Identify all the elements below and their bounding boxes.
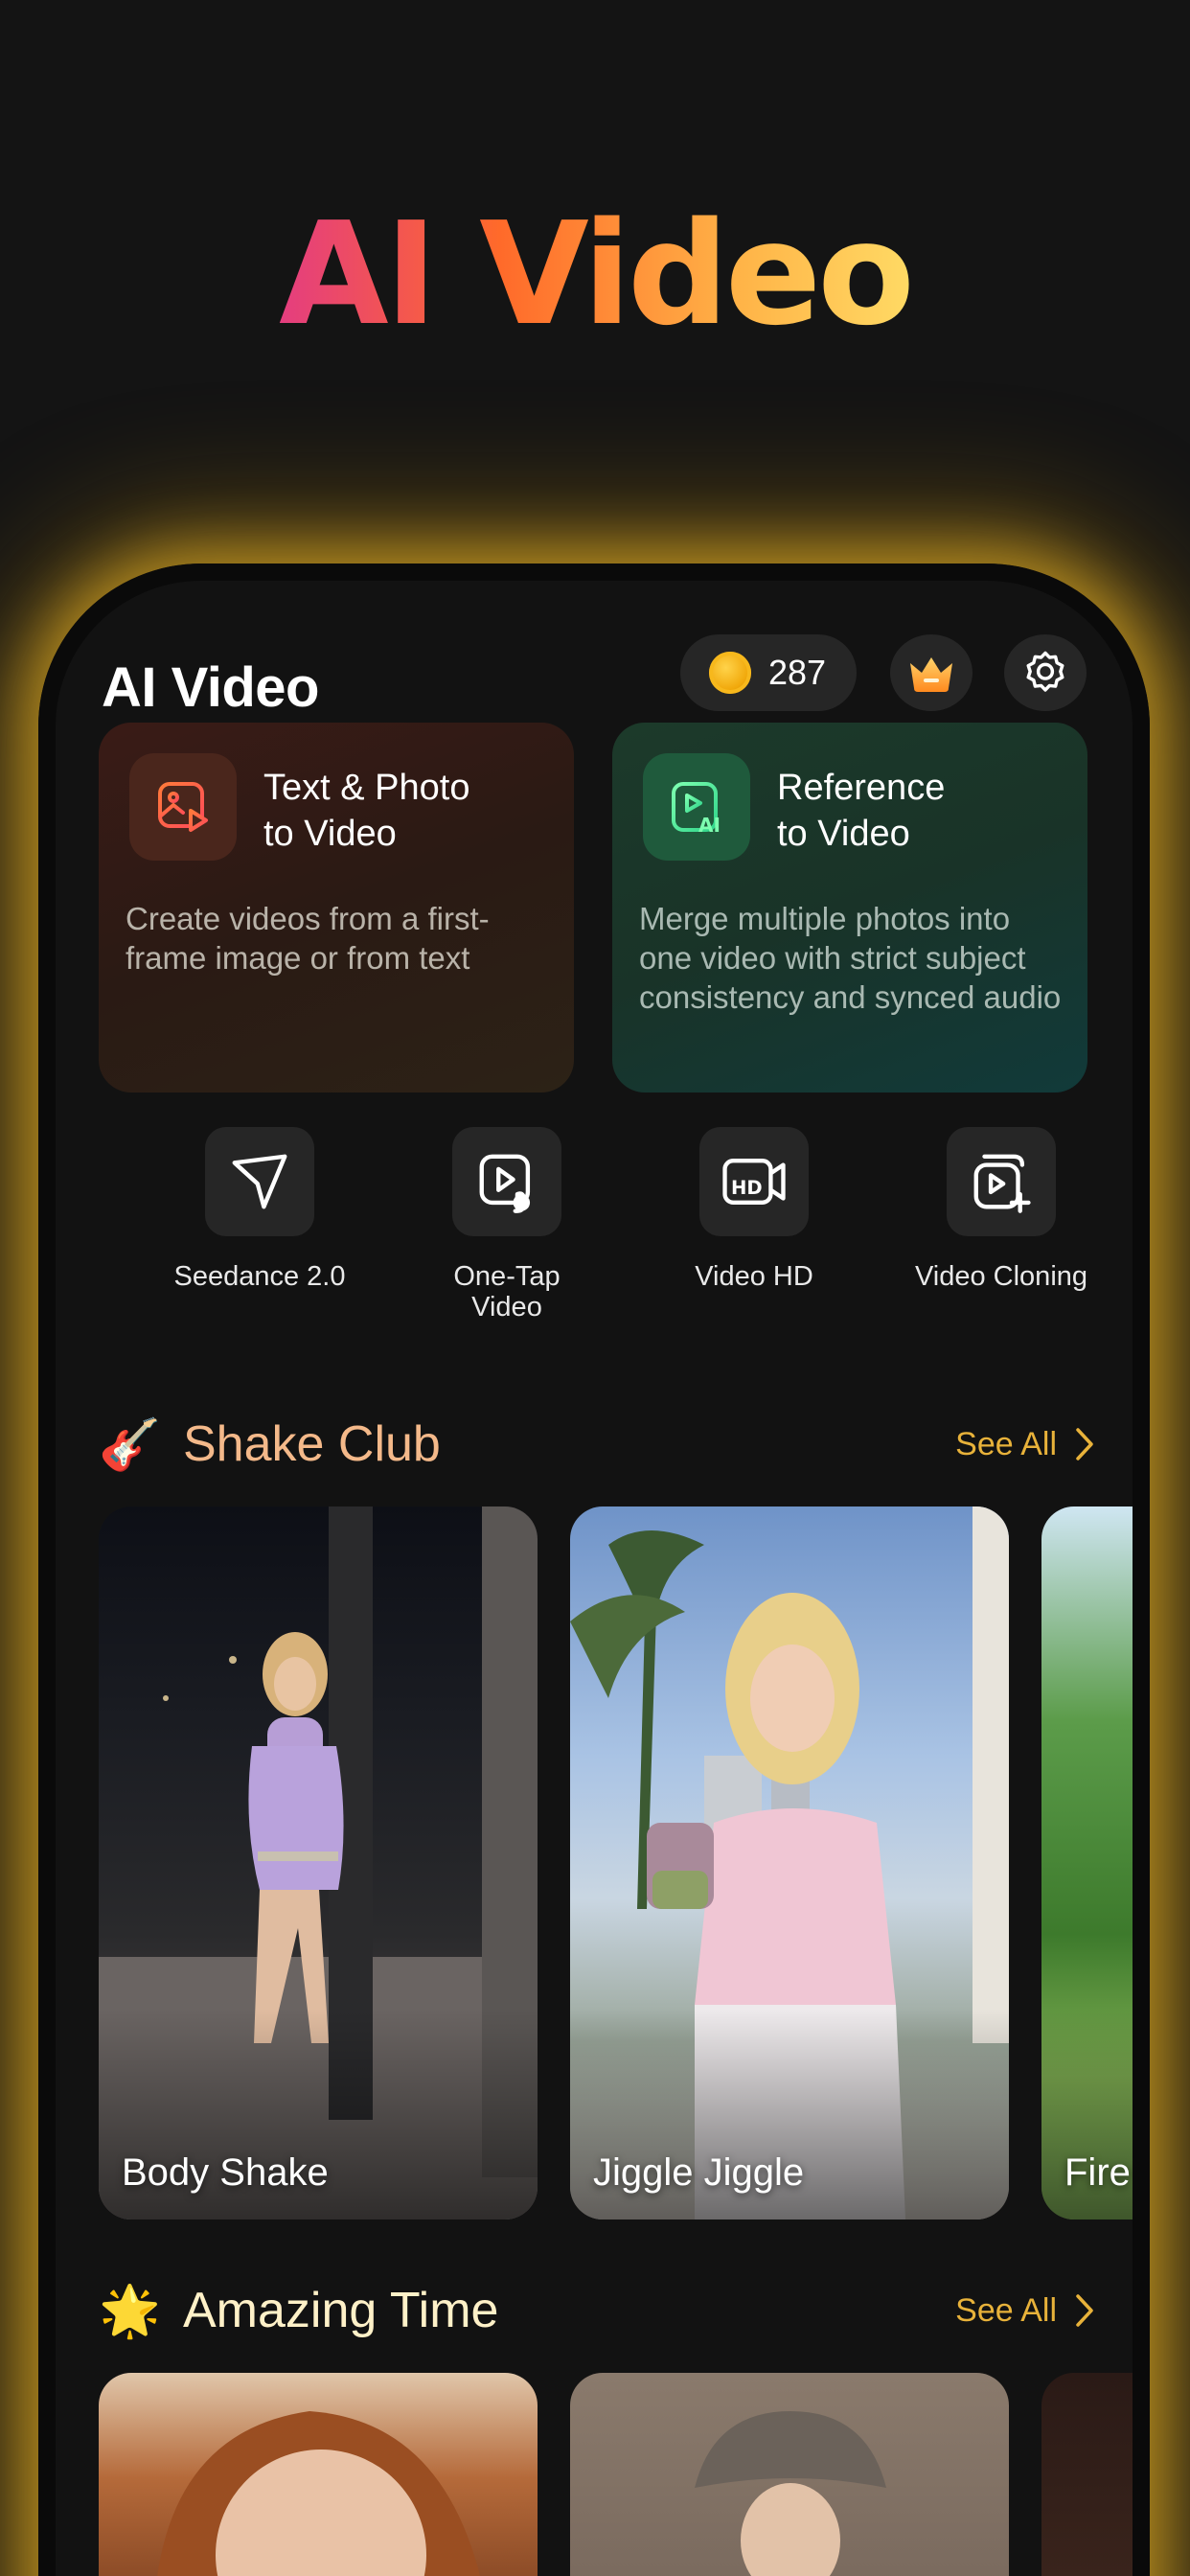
video-tap-icon xyxy=(452,1127,561,1236)
template-title: Body Shake xyxy=(122,2151,329,2194)
template-card-fire[interactable]: Fire xyxy=(1041,1506,1133,2220)
see-all-link[interactable]: See All xyxy=(955,2277,1095,2344)
see-all-label: See All xyxy=(955,2291,1057,2329)
template-card-amazing-1[interactable] xyxy=(99,2373,538,2576)
tool-label: Video HD xyxy=(695,1261,813,1292)
guitar-icon: 🎸 xyxy=(99,1415,161,1474)
section-title: Shake Club xyxy=(183,1416,441,1472)
hero-title: AI Video xyxy=(0,192,1190,356)
image-play-icon xyxy=(129,753,237,861)
section-title: Amazing Time xyxy=(183,2283,499,2338)
coins-badge[interactable]: 287 xyxy=(680,634,857,711)
coin-icon xyxy=(709,652,751,694)
vip-button[interactable] xyxy=(890,634,973,711)
app-screen: AI Video 287 Text & Photo to Video Creat… xyxy=(56,581,1133,2576)
tool-one-tap-video[interactable]: One-Tap Video xyxy=(392,1127,622,1322)
chevron-right-icon xyxy=(1076,1428,1093,1460)
thumbnail-image xyxy=(157,2411,480,2576)
reference-to-video-card[interactable]: AI Reference to Video Merge multiple pho… xyxy=(612,723,1087,1092)
tool-video-cloning[interactable]: Video Cloning xyxy=(886,1127,1116,1292)
see-all-label: See All xyxy=(955,1425,1057,1462)
see-all-link[interactable]: See All xyxy=(955,1411,1095,1478)
tool-label: Video Cloning xyxy=(914,1261,1088,1292)
device-frame: AI Video 287 Text & Photo to Video Creat… xyxy=(38,564,1150,2576)
template-card-amazing-2[interactable] xyxy=(570,2373,1009,2576)
video-ai-icon: AI xyxy=(643,753,750,861)
section-amazing-time-header: 🌟 Amazing Time See All xyxy=(99,2277,1095,2344)
video-clone-icon xyxy=(947,1127,1056,1236)
template-card-body-shake[interactable]: Body Shake xyxy=(99,1506,538,2220)
template-card-amazing-3[interactable] xyxy=(1041,2373,1133,2576)
card-title: Text & Photo to Video xyxy=(263,768,470,854)
template-card-jiggle-jiggle[interactable]: Jiggle Jiggle xyxy=(570,1506,1009,2220)
star-icon: 🌟 xyxy=(99,2282,161,2340)
coins-count: 287 xyxy=(768,653,827,692)
tool-seedance[interactable]: Seedance 2.0 xyxy=(145,1127,375,1292)
tool-label: One-Tap Video xyxy=(453,1261,561,1322)
app-title: AI Video xyxy=(102,656,319,719)
thumbnail-image xyxy=(695,2411,886,2576)
card-title: Reference to Video xyxy=(777,768,946,854)
template-title: Fire xyxy=(1064,2151,1131,2194)
settings-button[interactable] xyxy=(1004,634,1087,711)
hd-camera-icon: HD xyxy=(699,1127,809,1236)
card-description: Create videos from a first-frame image o… xyxy=(126,901,490,976)
section-shake-club-header: 🎸 Shake Club See All xyxy=(99,1411,1095,1478)
template-title: Jiggle Jiggle xyxy=(593,2151,805,2194)
gear-icon xyxy=(1026,651,1064,692)
paper-plane-icon xyxy=(205,1127,314,1236)
tool-label: Seedance 2.0 xyxy=(173,1261,346,1292)
card-description: Merge multiple photos into one video wit… xyxy=(639,901,1062,1015)
text-photo-to-video-card[interactable]: Text & Photo to Video Create videos from… xyxy=(99,723,574,1092)
chevron-right-icon xyxy=(1076,2294,1093,2327)
crown-icon xyxy=(910,657,952,692)
svg-text:AI: AI xyxy=(698,814,721,837)
svg-text:HD: HD xyxy=(731,1177,763,1199)
tool-video-hd[interactable]: HD Video HD xyxy=(639,1127,869,1292)
